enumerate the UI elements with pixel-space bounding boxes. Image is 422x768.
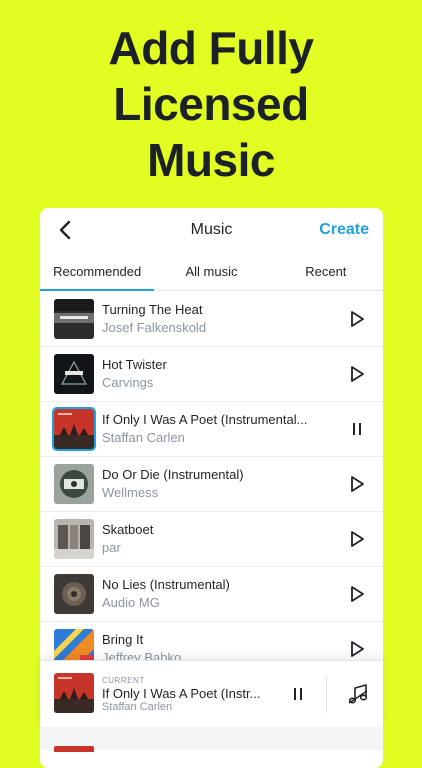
track-artist: Audio MG <box>102 595 160 610</box>
tab-bar: Recommended All music Recent <box>40 252 383 291</box>
track-row[interactable]: If Only I Was A Poet (Instrumental... St… <box>40 402 383 457</box>
play-icon[interactable] <box>347 584 367 604</box>
promo-headline: Add Fully Licensed Music <box>0 20 422 188</box>
play-icon[interactable] <box>347 309 367 329</box>
track-title: Skatboet <box>102 522 154 537</box>
play-icon[interactable] <box>347 639 367 659</box>
track-title: Do Or Die (Instrumental) <box>102 467 244 482</box>
play-icon[interactable] <box>347 364 367 384</box>
promo-line-2: Licensed <box>113 78 309 130</box>
current-track-artist: Staffan Carlen <box>102 701 173 713</box>
album-art <box>54 519 94 559</box>
track-title: Bring It <box>102 632 144 647</box>
pause-icon[interactable] <box>288 684 308 704</box>
track-title: No Lies (Instrumental) <box>102 577 230 592</box>
track-artist: Josef Falkenskold <box>102 320 207 335</box>
track-row[interactable]: Skatboet par <box>40 512 383 567</box>
album-art <box>54 354 94 394</box>
tab-recent[interactable]: Recent <box>269 252 383 290</box>
play-icon[interactable] <box>347 529 367 549</box>
promo-line-3: Music <box>147 134 275 186</box>
album-art <box>52 407 96 451</box>
current-album-art <box>54 673 94 713</box>
create-button[interactable]: Create <box>319 221 369 239</box>
play-icon[interactable] <box>347 474 367 494</box>
track-artist: Wellmess <box>102 485 159 500</box>
track-row[interactable]: No Lies (Instrumental) Audio MG <box>40 567 383 622</box>
track-row[interactable]: Do Or Die (Instrumental) Wellmess <box>40 457 383 512</box>
album-art <box>54 574 94 614</box>
track-title: Hot Twister <box>102 357 167 372</box>
album-art <box>54 299 94 339</box>
music-note-icon[interactable] <box>346 682 370 706</box>
tab-all-music[interactable]: All music <box>154 252 268 290</box>
peek-album-art <box>54 746 94 752</box>
track-title: If Only I Was A Poet (Instrumental... <box>102 412 308 427</box>
track-artist: Carvings <box>102 375 154 390</box>
panel-header: Music Create <box>40 208 383 252</box>
album-art <box>54 464 94 504</box>
track-artist: par <box>102 540 121 555</box>
tab-recommended[interactable]: Recommended <box>40 252 155 291</box>
current-track-title: If Only I Was A Poet (Instr... <box>102 686 261 701</box>
divider <box>326 675 327 713</box>
track-list: Turning The Heat Josef Falkenskold Hot T… <box>40 292 383 676</box>
promo-line-1: Add Fully <box>108 22 314 74</box>
track-artist: Staffan Carlen <box>102 430 185 445</box>
current-label: CURRENT <box>102 676 145 685</box>
track-title: Turning The Heat <box>102 302 203 317</box>
pause-icon[interactable] <box>347 419 367 439</box>
bottom-strip <box>40 727 383 752</box>
track-row[interactable]: Turning The Heat Josef Falkenskold <box>40 292 383 347</box>
now-playing-bar[interactable]: CURRENT If Only I Was A Poet (Instr... S… <box>40 660 383 727</box>
track-row[interactable]: Hot Twister Carvings <box>40 347 383 402</box>
